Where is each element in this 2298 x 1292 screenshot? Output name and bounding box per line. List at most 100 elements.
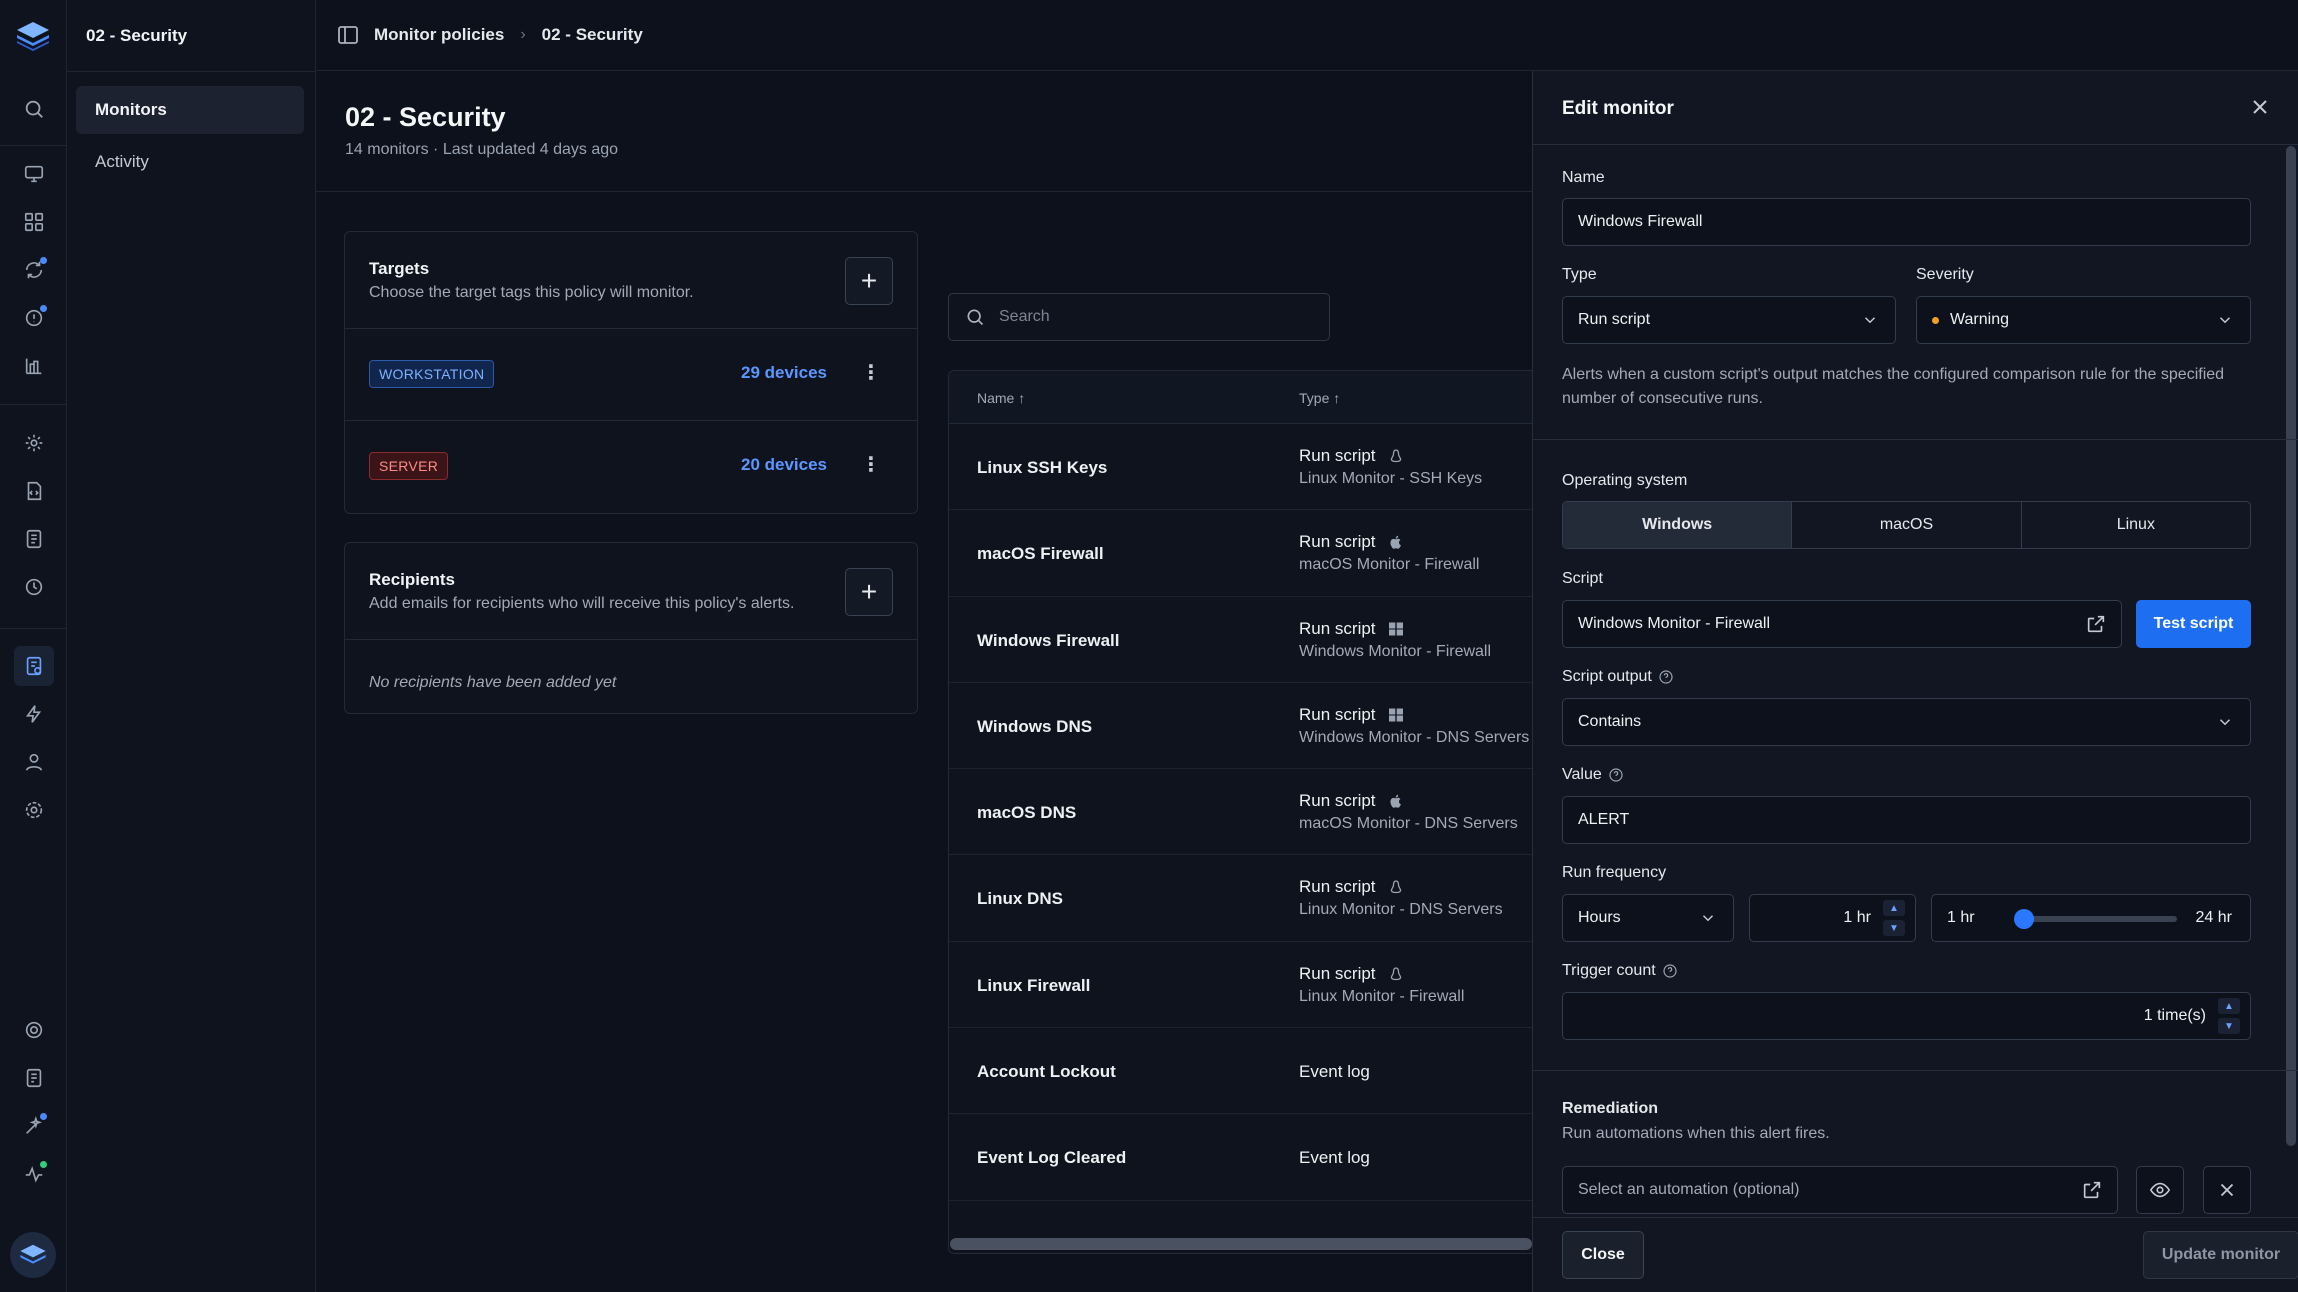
slider-track[interactable] (2014, 916, 2177, 922)
value-input[interactable]: ALERT (1562, 796, 2251, 844)
script-output-select[interactable]: Contains (1562, 698, 2251, 746)
grid-icon[interactable] (22, 210, 46, 234)
monitor-policies-icon[interactable] (14, 646, 54, 686)
os-option-linux[interactable]: Linux (2022, 502, 2250, 548)
horizontal-scrollbar[interactable] (950, 1238, 1532, 1250)
table-row[interactable]: Linux SSH Keys Run script Linux Monitor - … (949, 424, 1532, 511)
breadcrumb-parent[interactable]: Monitor policies (374, 25, 504, 45)
slider-handle[interactable] (2014, 909, 2034, 929)
automation-select[interactable]: Select an automation (optional) (1562, 1166, 2118, 1214)
trigger-count-input[interactable]: 1 time(s) ▲ ▼ (1562, 992, 2251, 1040)
windows-icon (1388, 621, 1404, 637)
os-option-macos[interactable]: macOS (1792, 502, 2022, 548)
table-row[interactable]: Linux Firewall Run script Linux Monitor - … (949, 942, 1532, 1029)
changelog-icon[interactable] (22, 1066, 46, 1090)
sidebar-item-monitors[interactable]: Monitors (76, 86, 304, 134)
name-value: Windows Firewall (1578, 213, 1703, 230)
drawer-footer: Close Update monitor (1533, 1217, 2298, 1292)
external-link-icon[interactable] (2085, 613, 2107, 635)
target-row: WORKSTATION 29 devices ⋮ (345, 329, 917, 421)
chevron-up-icon[interactable]: ▲ (2218, 998, 2240, 1014)
monitor-script: macOS Monitor - Firewall (1299, 556, 1480, 574)
table-row[interactable]: Account Lockout Event log (949, 1028, 1532, 1115)
chevron-down-icon[interactable]: ▼ (2218, 1018, 2240, 1034)
header-divider (316, 191, 1532, 192)
help-icon[interactable] (1662, 963, 1678, 979)
vertical-scrollbar[interactable] (2286, 146, 2296, 1146)
settings-icon[interactable] (22, 798, 46, 822)
user-icon[interactable] (22, 750, 46, 774)
target-tag[interactable]: WORKSTATION (369, 360, 495, 388)
lightning-icon[interactable] (22, 702, 46, 726)
table-row[interactable]: macOS Firewall Run script macOS Monitor - … (949, 510, 1532, 597)
frequency-unit-select[interactable]: Hours (1562, 894, 1734, 942)
severity-select[interactable]: Warning (1916, 296, 2251, 344)
target-tag[interactable]: SERVER (369, 452, 449, 480)
close-icon[interactable] (2248, 95, 2272, 119)
notification-dot (40, 1113, 47, 1120)
chevron-down-icon[interactable]: ▼ (1883, 920, 1905, 936)
sync-icon[interactable] (22, 257, 47, 282)
app-logo-icon[interactable] (14, 18, 52, 52)
name-field[interactable]: Windows Firewall (1562, 198, 2251, 246)
sidebar-toggle-icon[interactable] (336, 23, 360, 47)
os-segmented-control: Windows macOS Linux (1562, 501, 2251, 549)
more-options-icon[interactable]: ⋮ (861, 453, 881, 477)
column-header-type[interactable]: Type ↑ (1299, 390, 1340, 406)
gear-cog-icon[interactable] (22, 431, 46, 455)
recipients-description: Add emails for recipients who will recei… (369, 595, 795, 612)
support-icon[interactable] (22, 1018, 46, 1042)
external-link-icon[interactable] (2081, 1179, 2103, 1201)
alert-icon[interactable] (22, 305, 47, 330)
type-help-text: Alerts when a custom script's output mat… (1562, 366, 2225, 407)
chevron-down-icon (1702, 915, 1714, 922)
notification-dot (40, 257, 47, 264)
script-select[interactable]: Windows Monitor - Firewall (1562, 600, 2122, 648)
search-icon[interactable] (22, 97, 46, 121)
more-options-icon[interactable]: ⋮ (861, 361, 881, 385)
frequency-stepper[interactable]: ▲ ▼ (1883, 900, 1905, 936)
document-icon[interactable] (22, 527, 46, 551)
reports-icon[interactable] (22, 354, 46, 378)
add-recipient-button[interactable]: + (845, 568, 893, 616)
table-row[interactable]: Linux DNS Run script Linux Monitor - DNS S… (949, 855, 1532, 942)
page-title: 02 - Security (345, 102, 506, 132)
rail-divider (0, 145, 67, 146)
table-row[interactable]: macOS DNS Run script macOS Monitor - DNS S… (949, 769, 1532, 856)
recipients-empty-row: No recipients have been added yet (345, 640, 917, 732)
devices-link[interactable]: 29 devices (741, 363, 827, 383)
update-monitor-button[interactable]: Update monitor (2143, 1231, 2298, 1279)
column-header-name[interactable]: Name ↑ (977, 390, 1025, 406)
clear-automation-button[interactable] (2203, 1166, 2251, 1214)
os-option-windows[interactable]: Windows (1563, 502, 1793, 548)
table-row[interactable]: Event Log Cleared Event log (949, 1114, 1532, 1201)
script-file-icon[interactable] (22, 479, 46, 503)
script-value: Windows Monitor - Firewall (1578, 615, 1771, 632)
test-script-button[interactable]: Test script (2136, 600, 2251, 648)
value-text: ALERT (1578, 811, 1630, 828)
frequency-number-input[interactable]: 1 hr ▲ ▼ (1749, 894, 1916, 942)
table-row[interactable]: Windows Firewall Run script Windows Monito… (949, 597, 1532, 683)
activity-pulse-icon[interactable] (22, 1161, 47, 1186)
sidebar-title: 02 - Security (86, 26, 188, 45)
monitor-type: Run script (1299, 964, 1404, 984)
monitor-icon[interactable] (22, 162, 46, 186)
chevron-up-icon[interactable]: ▲ (1883, 900, 1905, 916)
sparkle-icon[interactable] (22, 1113, 47, 1138)
preview-automation-button[interactable] (2136, 1166, 2184, 1214)
recipients-card: Recipients Add emails for recipients who… (344, 542, 918, 714)
table-row[interactable]: Windows DNS Run script Windows Monitor - D… (949, 683, 1532, 770)
sidebar-item-activity[interactable]: Activity (76, 138, 304, 186)
help-icon[interactable] (1608, 767, 1624, 783)
monitor-type: Run script (1299, 619, 1404, 639)
devices-link[interactable]: 20 devices (741, 455, 827, 475)
avatar[interactable] (10, 1232, 56, 1278)
history-icon[interactable] (22, 575, 46, 599)
trigger-stepper[interactable]: ▲ ▼ (2218, 998, 2240, 1034)
help-icon[interactable] (1658, 669, 1674, 685)
close-button[interactable]: Close (1562, 1231, 1644, 1279)
add-target-button[interactable]: + (845, 257, 893, 305)
search-input[interactable]: Search (948, 293, 1330, 341)
type-select[interactable]: Run script (1562, 296, 1896, 344)
sort-asc-icon: ↑ (1018, 390, 1026, 406)
